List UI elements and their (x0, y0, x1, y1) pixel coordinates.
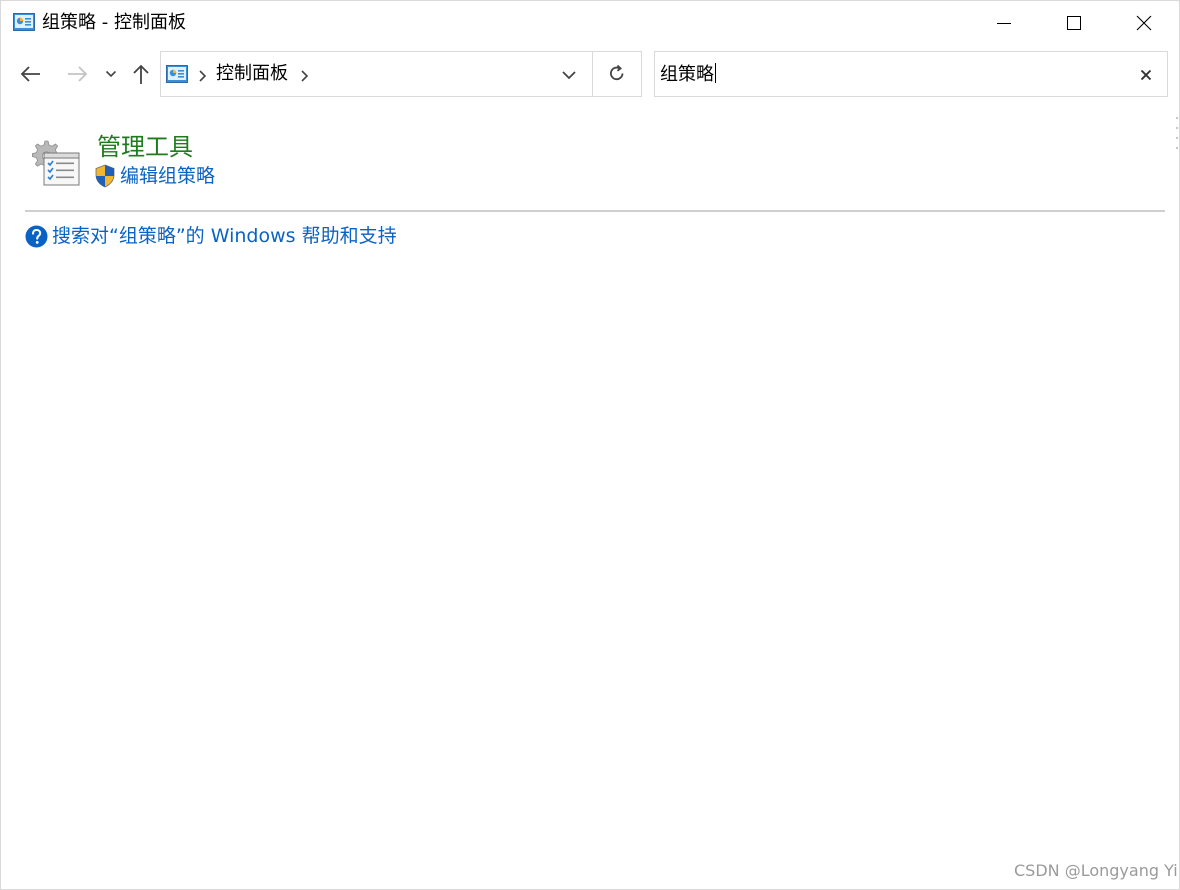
chevron-right-icon[interactable] (299, 68, 309, 82)
administrative-tools-link[interactable]: 管理工具 (97, 132, 193, 162)
refresh-button[interactable] (593, 52, 641, 96)
chevron-down-icon (562, 71, 576, 80)
control-panel-icon (13, 13, 35, 31)
text-caret (715, 63, 716, 83)
help-icon[interactable] (25, 225, 48, 248)
chevron-down-icon (105, 70, 117, 78)
search-value: 组策略 (660, 64, 714, 85)
recent-locations-button[interactable] (102, 59, 120, 89)
close-icon (1136, 15, 1152, 31)
title-bar: 组策略 - 控制面板 (1, 1, 1179, 45)
maximize-button[interactable] (1039, 1, 1109, 45)
window-title: 组策略 - 控制面板 (42, 12, 186, 33)
address-bar[interactable]: 控制面板 (160, 51, 642, 97)
watermark: CSDN @Longyang Yi (1014, 861, 1178, 880)
address-dropdown-button[interactable] (556, 64, 582, 86)
breadcrumb-control-panel[interactable]: 控制面板 (216, 63, 288, 85)
administrative-tools-icon[interactable] (31, 137, 81, 187)
close-icon (1140, 69, 1152, 81)
minimize-button[interactable] (969, 1, 1039, 45)
chevron-right-icon[interactable] (197, 68, 207, 82)
arrow-left-icon (20, 66, 40, 82)
arrow-right-icon (68, 66, 88, 82)
clear-search-button[interactable] (1135, 64, 1157, 86)
arrow-up-icon (133, 64, 149, 84)
back-button[interactable] (17, 59, 45, 89)
uac-shield-icon (94, 164, 116, 188)
search-box[interactable]: 组策略 (654, 51, 1168, 97)
section-divider (25, 210, 1165, 212)
minimize-icon (997, 23, 1011, 24)
scrollbar-hint (1175, 117, 1179, 157)
up-button[interactable] (128, 59, 154, 89)
refresh-icon (610, 64, 624, 81)
maximize-icon (1067, 16, 1081, 30)
forward-button[interactable] (63, 59, 91, 89)
windows-help-search-link[interactable]: 搜索对“组策略”的 Windows 帮助和支持 (52, 224, 397, 248)
control-panel-icon (166, 65, 188, 83)
close-button[interactable] (1109, 1, 1179, 45)
edit-group-policy-link[interactable]: 编辑组策略 (120, 164, 215, 188)
search-input[interactable]: 组策略 (660, 63, 716, 86)
control-panel-window: 组策略 - 控制面板 控制面板 组策略 管理工具 编辑组策略 搜索对“组策略”的… (0, 0, 1180, 890)
